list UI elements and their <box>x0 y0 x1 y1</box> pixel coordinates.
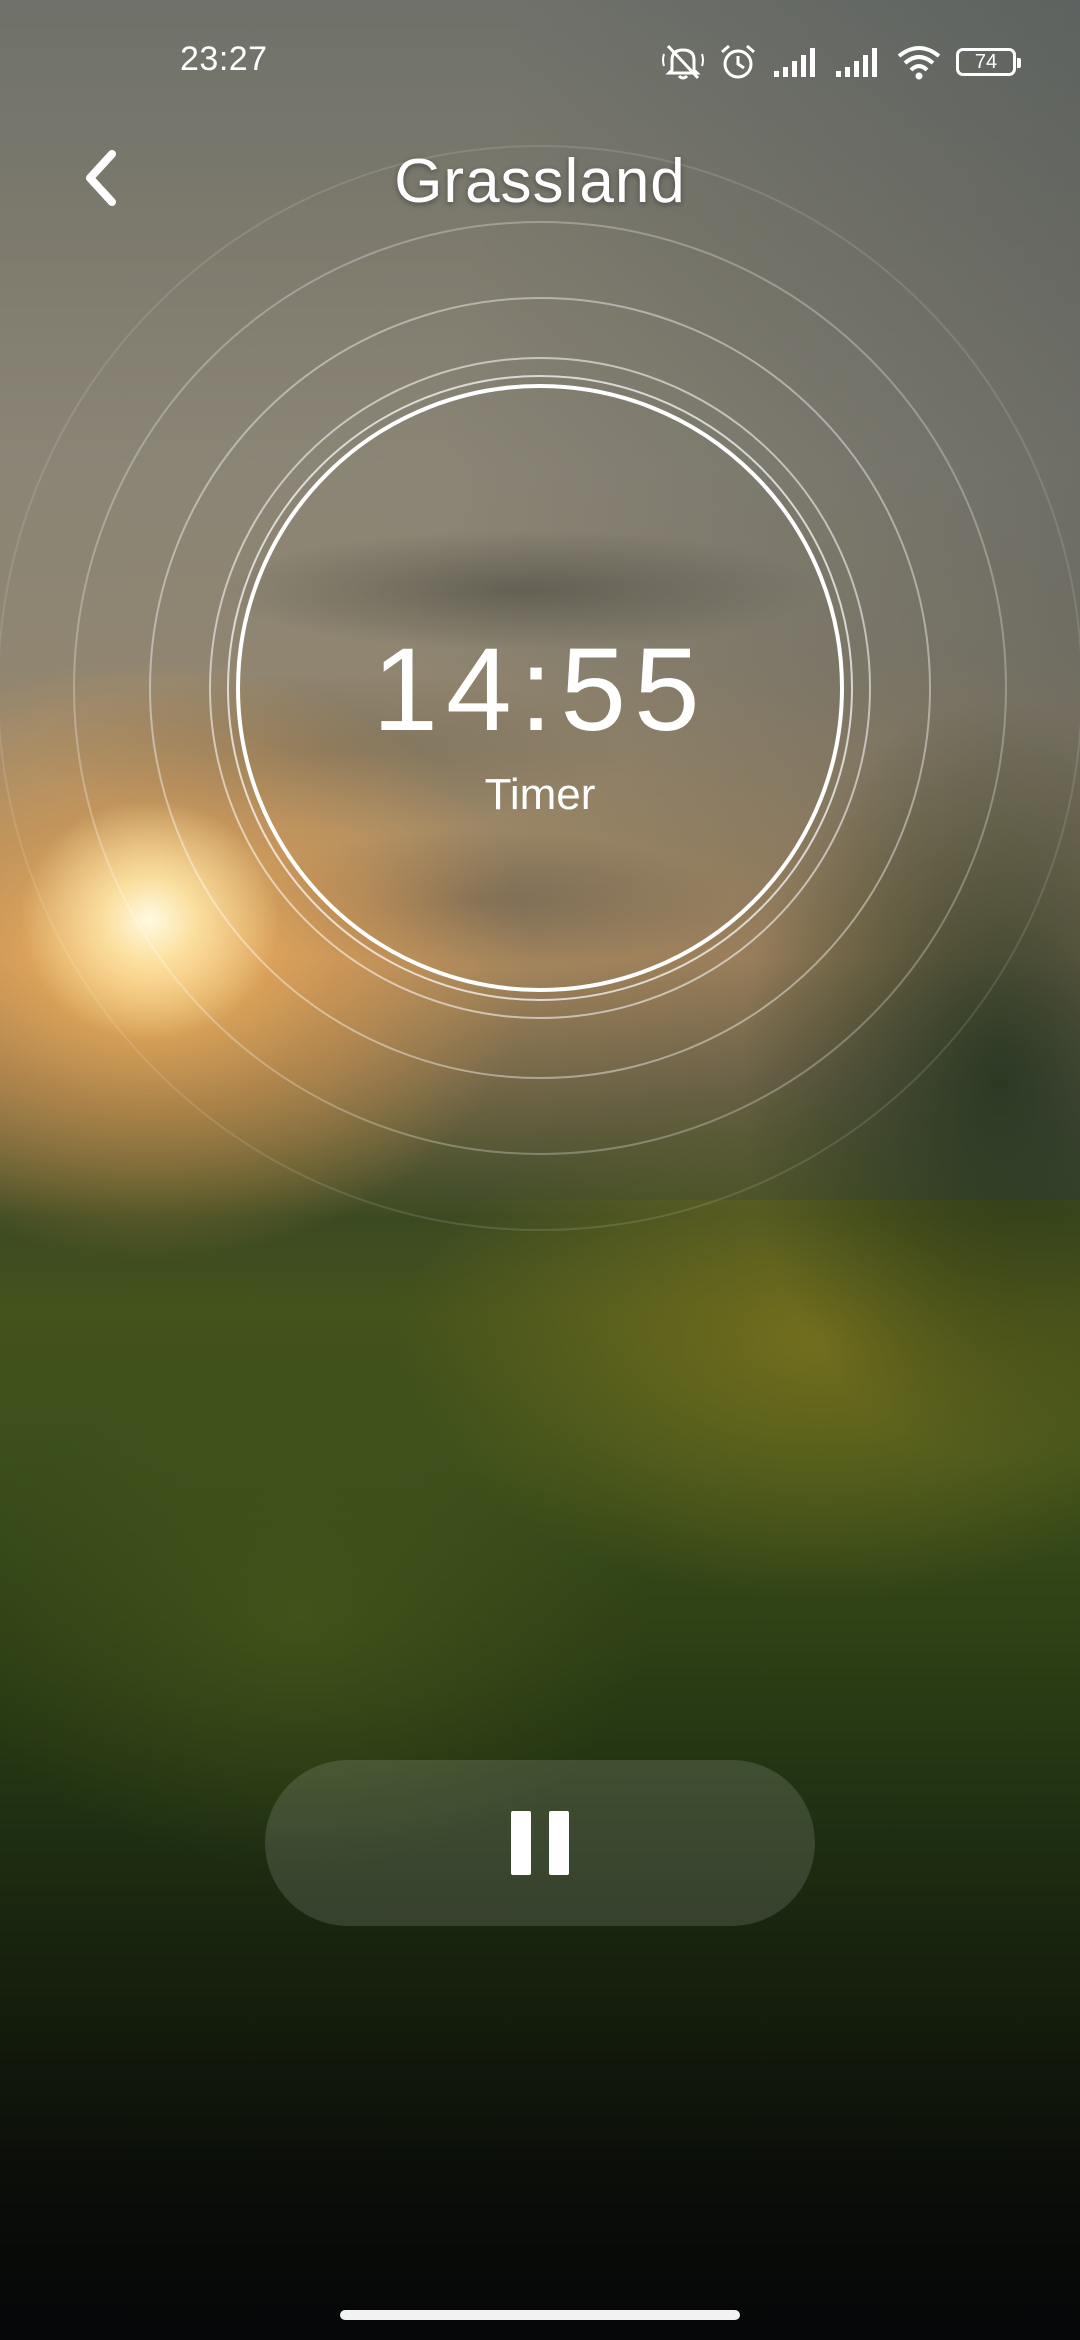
mute-icon <box>662 42 704 82</box>
home-indicator[interactable] <box>340 2310 740 2320</box>
back-button[interactable] <box>60 140 140 220</box>
wifi-icon <box>896 44 942 80</box>
status-time: 23:27 <box>180 40 268 78</box>
signal-icon <box>772 45 820 79</box>
page-title: Grassland <box>394 147 686 216</box>
pause-icon <box>511 1811 569 1875</box>
battery-level: 74 <box>974 50 998 73</box>
signal-icon <box>834 45 882 79</box>
status-bar: 23:27 74 <box>0 0 1080 120</box>
alarm-icon <box>718 42 758 82</box>
status-icons: 74 <box>662 40 1024 84</box>
battery-icon: 74 <box>956 48 1021 76</box>
timer-label: Timer <box>484 770 596 819</box>
screen: 23:27 74 Grassland 14:55 Timer <box>0 0 1080 2340</box>
pause-bar-left <box>511 1811 531 1875</box>
timer-display: 14:55 <box>372 624 708 756</box>
pause-button[interactable] <box>265 1760 815 1926</box>
chevron-left-icon <box>78 148 122 213</box>
pause-bar-right <box>549 1811 569 1875</box>
